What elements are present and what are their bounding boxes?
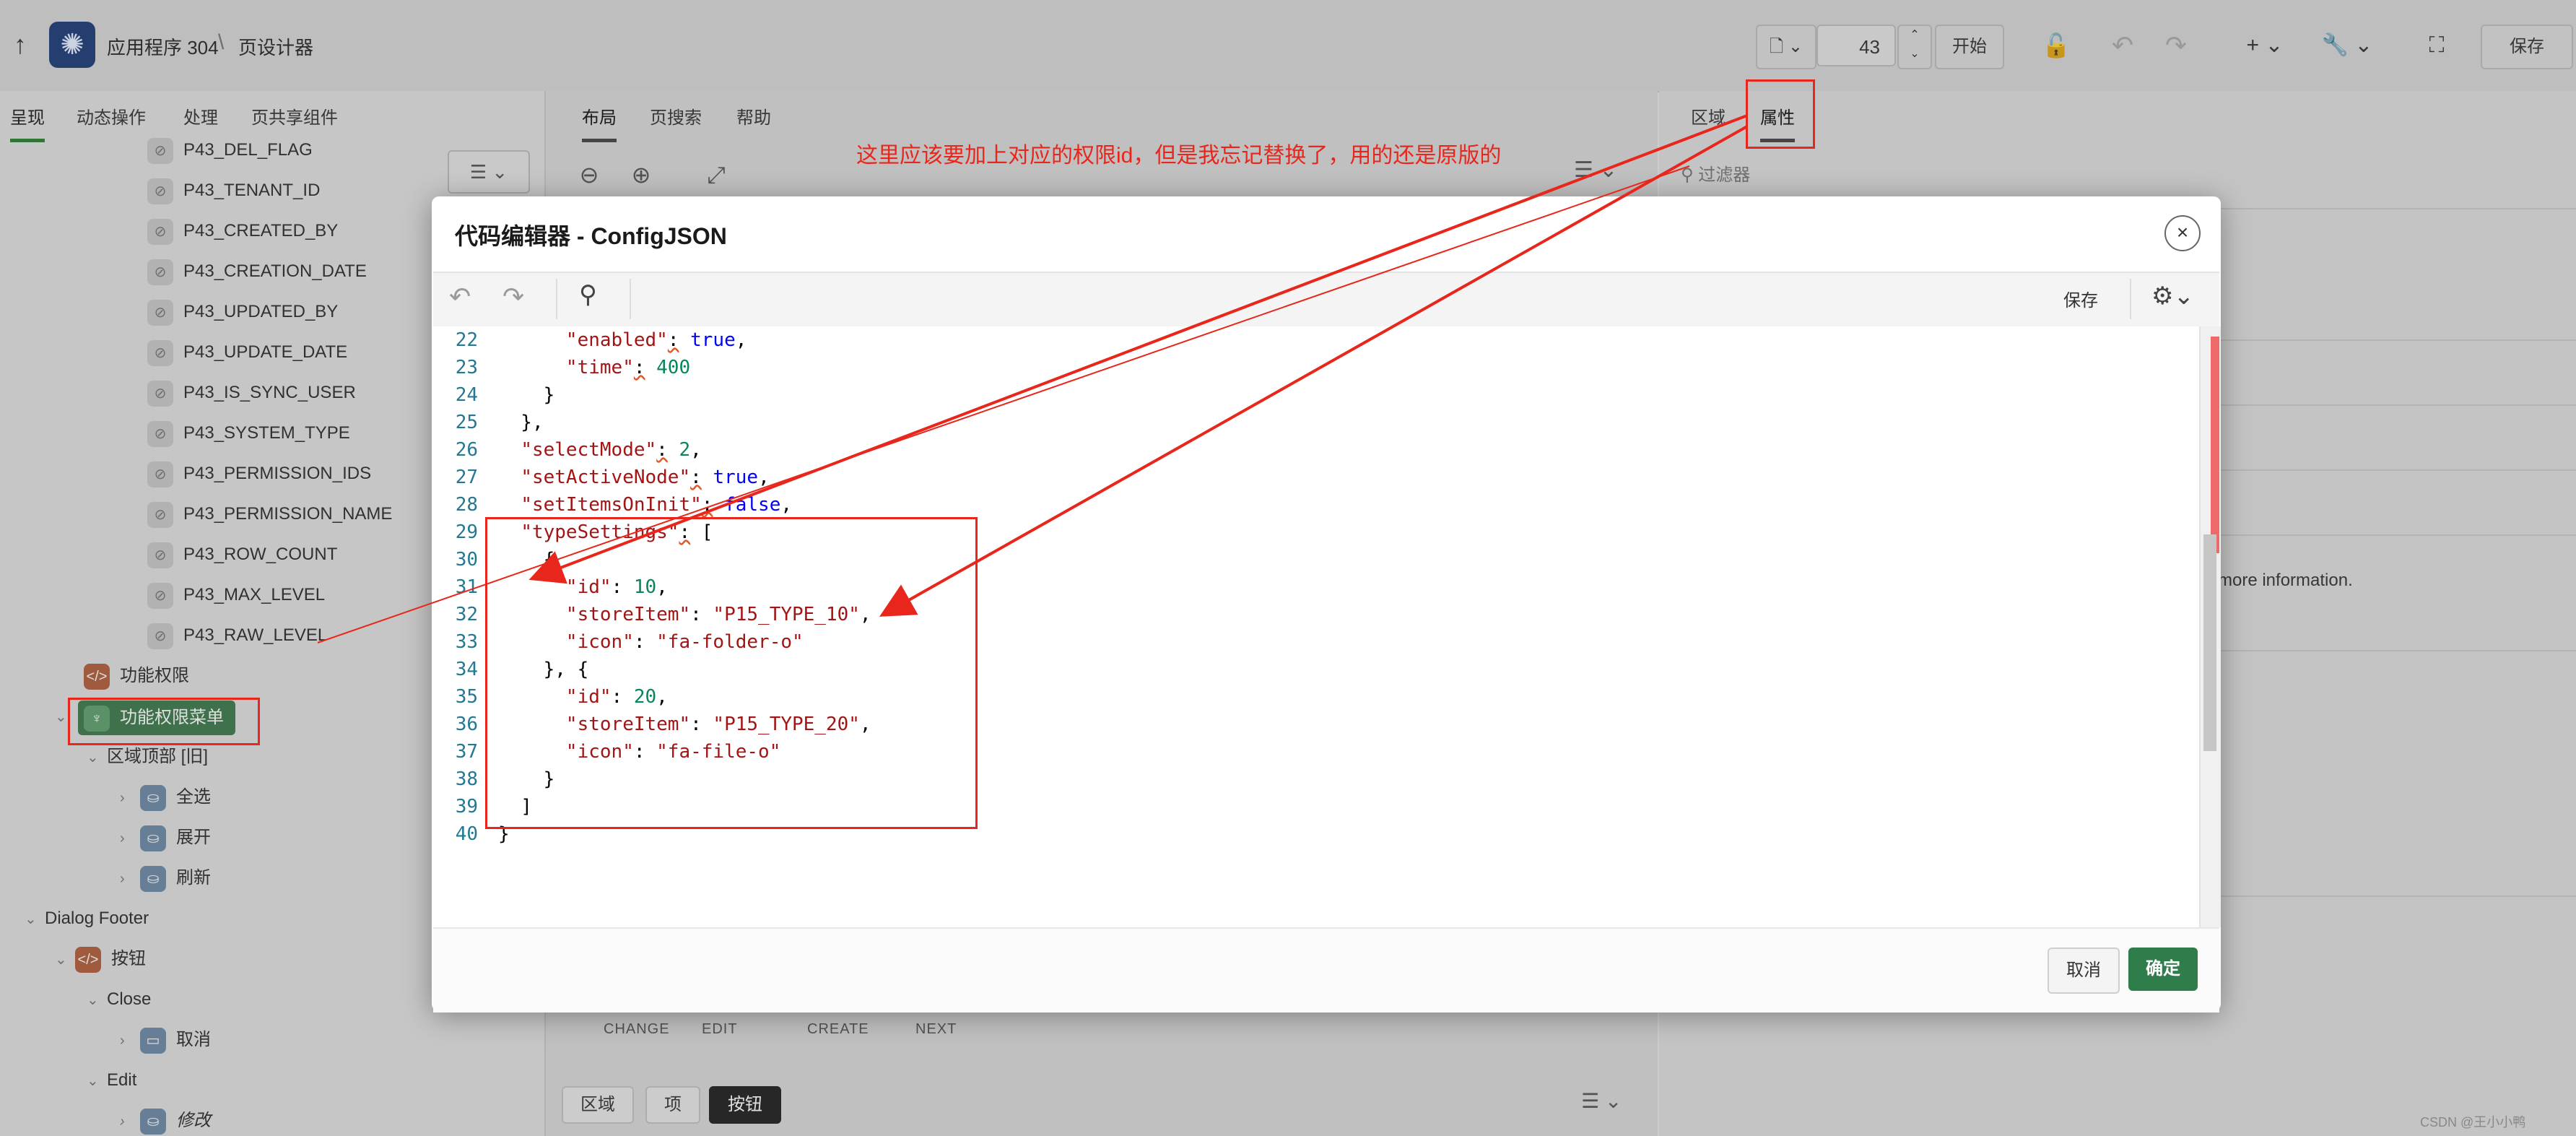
scrollbar-error-marker [2211, 337, 2219, 553]
code-line: } [498, 384, 555, 406]
undo-icon[interactable]: ↶ [449, 282, 471, 312]
divider [2130, 279, 2131, 319]
redo-icon[interactable]: ↷ [502, 282, 524, 312]
dialog-title: 代码编辑器 - ConfigJSON [455, 223, 727, 249]
editor-save-button[interactable]: 保存 [2063, 286, 2098, 311]
code-line: }, [498, 412, 544, 433]
code-line: "time": 400 [565, 357, 691, 378]
code-line: "enabled": true, [565, 329, 747, 351]
search-icon[interactable]: ⚲ [579, 280, 597, 309]
divider [556, 279, 557, 319]
watermark: CSDN @王小小鸭 [2420, 1115, 2526, 1130]
gear-icon[interactable]: ⚙⌄ [2151, 282, 2194, 311]
dialog-footer [433, 927, 2219, 1013]
annotation-box-attributes-tab [1746, 79, 1815, 149]
cancel-button[interactable]: 取消 [2048, 948, 2120, 994]
code-line: "setItemsOnInit": false, [521, 494, 793, 516]
code-line: "setActiveNode": true, [521, 467, 770, 488]
annotation-text: 这里应该要加上对应的权限id，但是我忘记替换了，用的还是原版的 [856, 144, 1502, 168]
divider [630, 279, 631, 319]
ok-button[interactable]: 确定 [2128, 948, 2198, 991]
close-icon[interactable]: × [2164, 215, 2201, 251]
code-line: "selectMode": 2, [521, 439, 702, 461]
scrollbar-thumb[interactable] [2203, 534, 2216, 751]
editor-toolbar [433, 272, 2219, 329]
annotation-box-menu-region [68, 698, 260, 745]
annotation-box-type-settings [485, 517, 978, 829]
